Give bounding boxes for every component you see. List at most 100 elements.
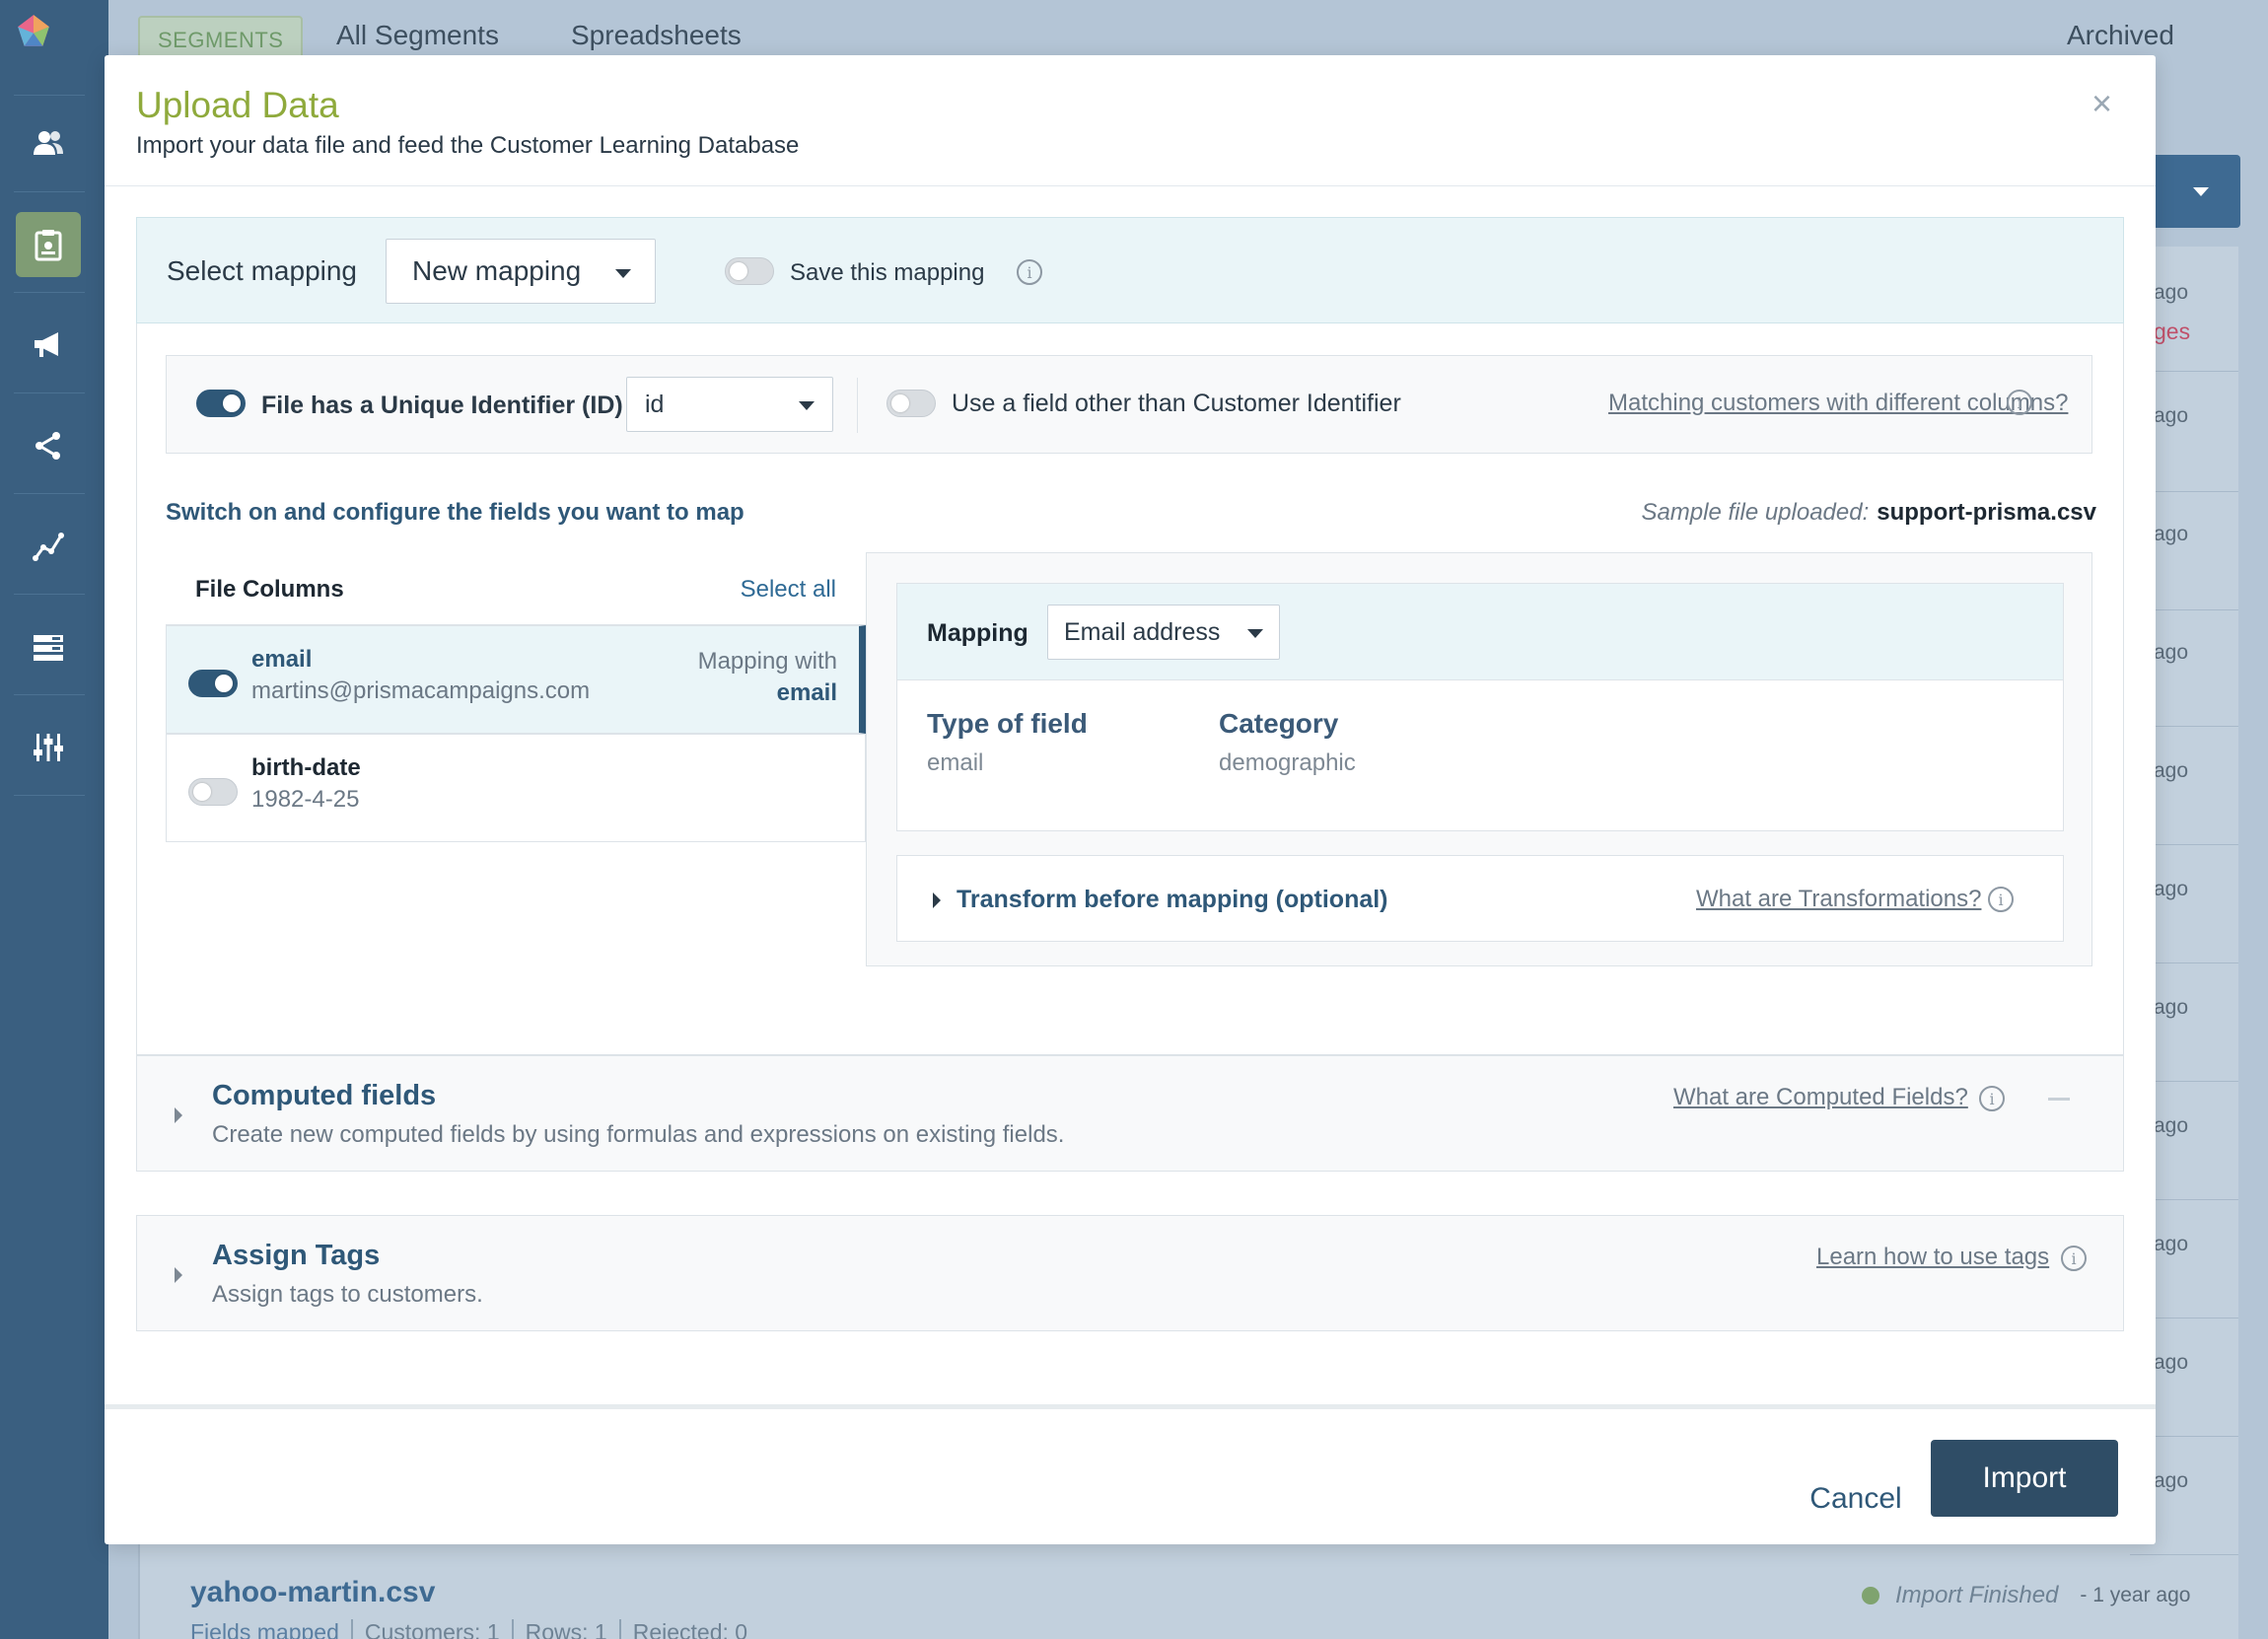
campaigns-icon <box>35 332 58 357</box>
matching-customers-link[interactable]: Matching customers with different column… <box>1608 390 2068 417</box>
column-toggle[interactable] <box>188 670 238 697</box>
sidebar-item-flows[interactable] <box>16 413 81 478</box>
sidebar-item-analytics[interactable] <box>16 514 81 579</box>
sidebar-item-campaigns[interactable] <box>16 312 81 377</box>
sample-file-label: Sample file uploaded: <box>1641 499 1870 526</box>
settings-icon <box>34 734 63 761</box>
select-mapping-label: Select mapping <box>167 255 358 286</box>
fields-heading: Switch on and configure the fields you w… <box>166 499 744 526</box>
category-label: Category <box>1219 708 1339 739</box>
sidebar-item-imports[interactable] <box>16 212 81 277</box>
mapping-target-select[interactable]: Email address <box>1047 605 1280 660</box>
type-of-field: Type of field email <box>927 708 1088 777</box>
row-time: ago <box>2154 996 2189 1019</box>
mapping-select[interactable]: New mapping <box>386 239 656 304</box>
mapping-label: Mapping <box>927 619 1028 647</box>
mapping-bar: Select mapping New mapping Save this map… <box>136 217 2124 323</box>
stat-rows: Rows: 1 <box>511 1619 607 1639</box>
sidebar-item-customers[interactable] <box>16 110 81 176</box>
row-time: ago <box>2154 523 2189 545</box>
row-time: ago <box>2154 404 2189 427</box>
assign-tags-title: Assign Tags <box>212 1240 381 1271</box>
computed-fields-section[interactable]: Computed fields Create new computed fiel… <box>136 1055 2124 1172</box>
computed-fields-help-link[interactable]: What are Computed Fields? <box>1673 1084 1968 1111</box>
column-name: birth-date <box>251 754 361 781</box>
tab-spreadsheets[interactable]: Spreadsheets <box>571 20 742 51</box>
info-icon[interactable]: i <box>1017 259 1042 285</box>
mapping-with-label: Mapping with <box>697 648 837 675</box>
import-stats: Fields mapped Customers: 1 Rows: 1 Rejec… <box>190 1619 747 1639</box>
import-file-name[interactable]: yahoo-martin.csv <box>190 1576 435 1609</box>
customers-icon <box>34 131 63 155</box>
unique-id-label: File has a Unique Identifier (ID) <box>261 392 623 419</box>
mapping-target-value: Email address <box>1064 617 1221 646</box>
id-column-select[interactable]: id <box>626 377 833 432</box>
chevron-down-icon <box>1247 629 1263 638</box>
imports-icon <box>35 230 62 261</box>
info-icon[interactable]: i <box>1988 887 2014 912</box>
column-row-birth-date[interactable]: birth-date 1982-4-25 <box>166 734 866 842</box>
save-mapping-label: Save this mapping <box>790 259 985 286</box>
assign-tags-desc: Assign tags to customers. <box>212 1281 483 1308</box>
transform-toggle-label[interactable]: Transform before mapping (optional) <box>957 886 1388 914</box>
row-time: ago <box>2154 1114 2189 1137</box>
footer-divider <box>105 1404 2156 1409</box>
cancel-button[interactable]: Cancel <box>1783 1461 1929 1536</box>
row-time: ago <box>2154 1233 2189 1255</box>
tags-help-link[interactable]: Learn how to use tags <box>1816 1244 2049 1271</box>
row-divider <box>2130 1554 2238 1555</box>
row-time: ago <box>2154 1351 2189 1374</box>
column-toggle[interactable] <box>188 778 238 806</box>
assign-tags-section[interactable]: Assign Tags Assign tags to customers. Le… <box>136 1215 2124 1331</box>
divider <box>857 378 858 433</box>
status-text: Import Finished <box>1895 1582 2059 1608</box>
upload-data-modal: Upload Data Import your data file and fe… <box>105 55 2156 1544</box>
file-columns-header: File Columns Select all <box>166 552 866 625</box>
column-row-email[interactable]: email martins@prismacampaigns.com Mappin… <box>166 625 866 734</box>
sidebar-item-settings[interactable] <box>16 715 81 780</box>
column-mapping-info: Mapping with email <box>698 646 837 709</box>
info-icon[interactable]: i <box>2061 1246 2087 1271</box>
logo-icon[interactable] <box>16 14 81 79</box>
sidebar-divider <box>14 694 85 695</box>
computed-fields-desc: Create new computed fields by using form… <box>212 1121 1065 1148</box>
file-columns-title: File Columns <box>195 576 344 603</box>
unique-id-toggle[interactable] <box>196 390 246 417</box>
sample-file-info: Sample file uploaded: support-prisma.csv <box>1641 499 2096 527</box>
row-error-fragment: ges <box>2154 319 2191 344</box>
select-all-link[interactable]: Select all <box>741 576 836 604</box>
sidebar-item-data[interactable] <box>16 614 81 679</box>
minus-icon[interactable] <box>2048 1098 2070 1101</box>
tab-archived[interactable]: Archived <box>2067 20 2174 51</box>
save-mapping-toggle[interactable] <box>725 257 774 285</box>
tab-all-segments[interactable]: All Segments <box>336 20 499 51</box>
chevron-down-icon <box>615 269 631 278</box>
row-time: ago <box>2154 281 2189 304</box>
header-divider <box>105 185 2156 186</box>
file-columns-panel: File Columns Select all email martins@pr… <box>166 552 866 848</box>
category-value: demographic <box>1219 749 1356 776</box>
mapping-select-value: New mapping <box>412 255 582 286</box>
row-time: ago <box>2154 641 2189 664</box>
mapping-with-value: email <box>776 679 837 706</box>
caret-right-icon <box>175 1107 182 1123</box>
chevron-down-icon <box>799 401 815 410</box>
status-time: - 1 year ago <box>2080 1584 2191 1606</box>
field-detail-panel: Mapping Email address Type of field emai… <box>866 552 2092 966</box>
import-button[interactable]: Import <box>1931 1440 2118 1517</box>
alt-identifier-label: Use a field other than Customer Identifi… <box>952 390 1401 417</box>
close-icon[interactable]: × <box>2091 83 2112 124</box>
transformations-help-link[interactable]: What are Transformations? <box>1696 886 1981 913</box>
info-icon[interactable]: i <box>1979 1086 2005 1111</box>
sidebar-divider <box>14 292 85 293</box>
stat-fields-mapped[interactable]: Fields mapped <box>190 1619 339 1639</box>
import-status: Import Finished - 1 year ago <box>1862 1582 2190 1609</box>
info-icon[interactable]: i <box>2007 390 2032 415</box>
status-dot <box>1862 1587 1879 1604</box>
sidebar-divider <box>14 795 85 796</box>
computed-fields-title: Computed fields <box>212 1080 437 1111</box>
caret-right-icon <box>175 1267 182 1283</box>
transform-section[interactable]: Transform before mapping (optional) What… <box>896 855 2064 942</box>
column-sample: 1982-4-25 <box>251 786 360 813</box>
alt-identifier-toggle[interactable] <box>886 390 936 417</box>
